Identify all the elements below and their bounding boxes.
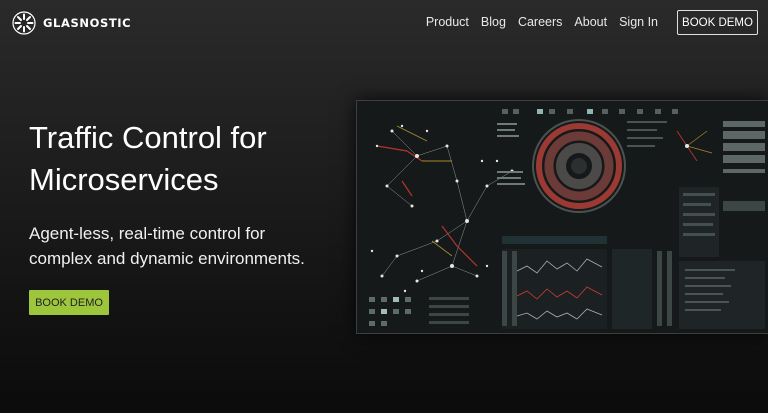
glasnostic-burst-icon: [12, 11, 36, 35]
dashboard-screenshot: [356, 100, 768, 334]
hero-subtitle: Agent-less, real-time control for comple…: [29, 221, 305, 271]
nav-blog[interactable]: Blog: [481, 15, 506, 29]
hero-subtitle-line-2: complex and dynamic environments.: [29, 249, 305, 268]
nav-book-demo-button[interactable]: BOOK DEMO: [677, 10, 758, 35]
hero-title: Traffic Control for Microservices: [29, 117, 267, 201]
brand-name: GLASNOSTIC: [43, 16, 132, 30]
nav-careers[interactable]: Careers: [518, 15, 562, 29]
nav-product[interactable]: Product: [426, 15, 469, 29]
top-nav: GLASNOSTIC Product Blog Careers About Si…: [0, 0, 768, 46]
hero-book-demo-button[interactable]: BOOK DEMO: [29, 290, 109, 315]
hero-title-line-1: Traffic Control for: [29, 120, 267, 155]
main-menu: Product Blog Careers About Sign In: [426, 15, 658, 29]
dashboard-illustration: [357, 101, 768, 333]
nav-about[interactable]: About: [574, 15, 607, 29]
hero-title-line-2: Microservices: [29, 162, 219, 197]
hero-subtitle-line-1: Agent-less, real-time control for: [29, 224, 266, 243]
brand-logo[interactable]: GLASNOSTIC: [12, 11, 131, 35]
nav-sign-in[interactable]: Sign In: [619, 15, 658, 29]
